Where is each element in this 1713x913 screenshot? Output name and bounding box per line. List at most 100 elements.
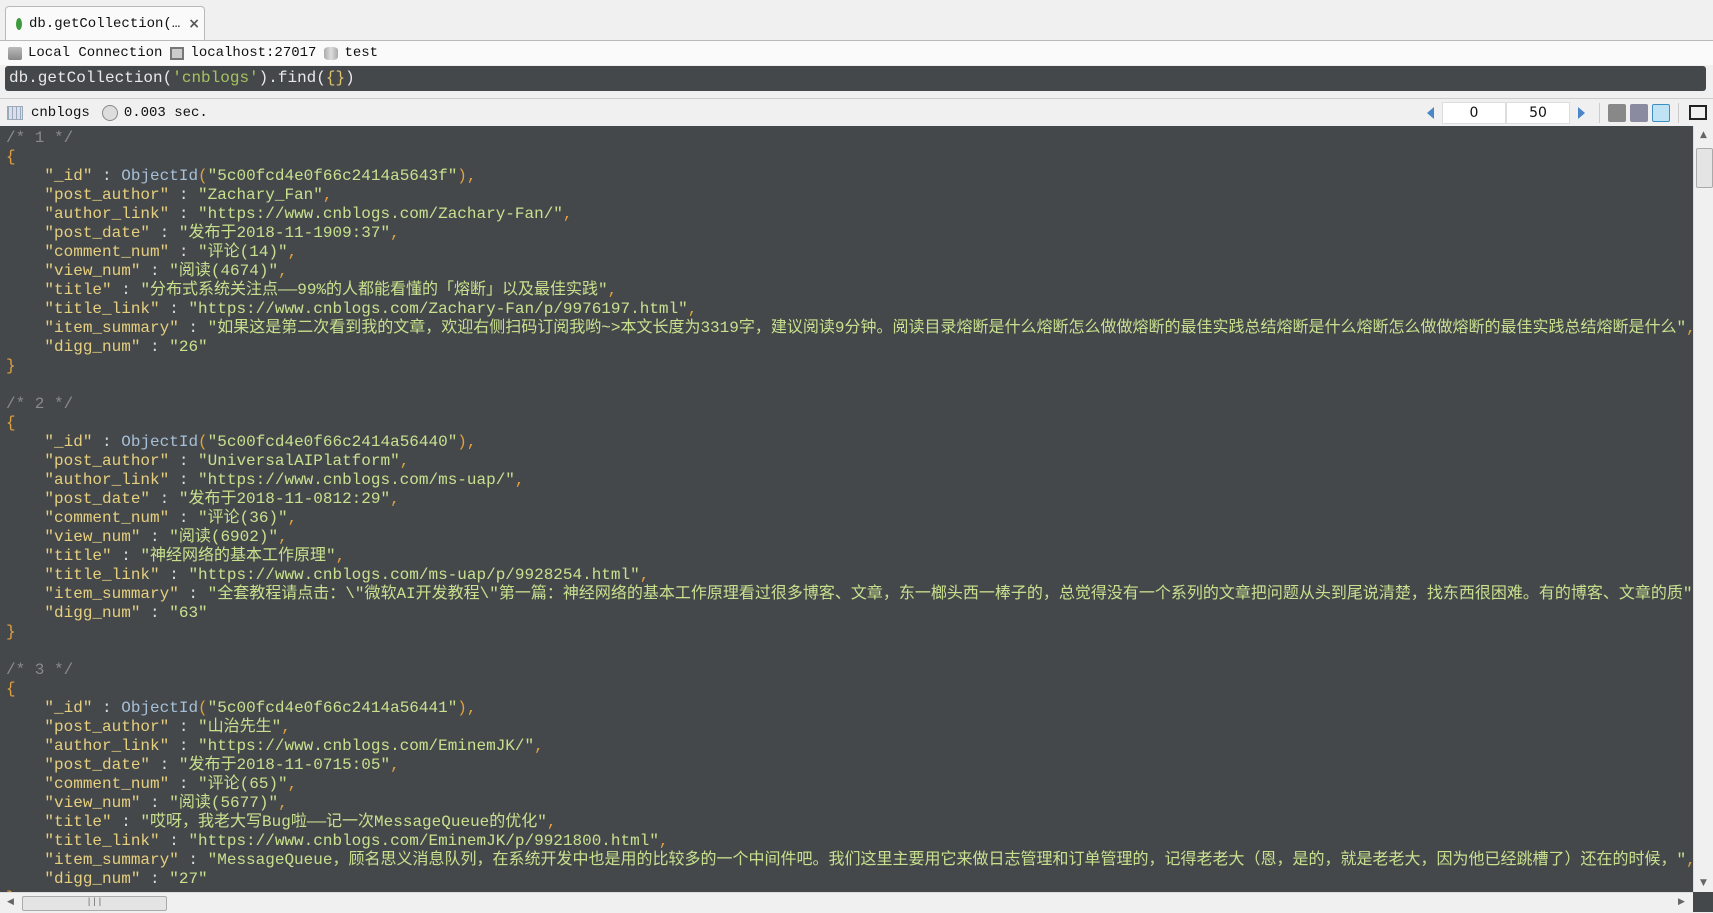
document-number-comment: /* 1 */ bbox=[6, 129, 74, 147]
field-row: "digg_num" : "63" bbox=[6, 604, 1693, 623]
field-value: "分布式系统关注点——99%的人都能看懂的「熔断」以及最佳实践" bbox=[140, 281, 608, 299]
comma: , bbox=[287, 509, 298, 527]
field-key: "item_summary" bbox=[44, 319, 179, 337]
paren: ) bbox=[457, 699, 467, 717]
comma: , bbox=[278, 528, 288, 546]
field-value: "https://www.cnblogs.com/EminemJK/p/9921… bbox=[188, 832, 659, 850]
field-value: "阅读(4674)" bbox=[169, 262, 279, 280]
field-key: "comment_num" bbox=[44, 509, 170, 527]
comma: , bbox=[1686, 851, 1693, 869]
clock-icon bbox=[101, 104, 118, 121]
horizontal-scrollbar[interactable]: ◀ ||| ▶ bbox=[0, 892, 1693, 913]
comma: , bbox=[687, 300, 698, 318]
field-key: "author_link" bbox=[44, 737, 170, 755]
database-icon bbox=[324, 46, 339, 60]
field-value: "山治先生" bbox=[198, 718, 282, 736]
scroll-left-icon[interactable]: ◀ bbox=[7, 897, 14, 907]
horizontal-scroll-thumb[interactable]: ||| bbox=[22, 896, 167, 911]
text-view-icon[interactable] bbox=[1652, 103, 1670, 122]
connection-host: localhost:27017 bbox=[190, 45, 317, 61]
documents-list: /* 1 */ { "_id" : ObjectId("5c00fcd4e0f66… bbox=[6, 129, 1693, 892]
table-view-icon[interactable] bbox=[1630, 103, 1648, 122]
maximize-icon[interactable] bbox=[1689, 105, 1707, 120]
separator: : bbox=[178, 851, 208, 869]
field-key: "_id" bbox=[44, 699, 93, 717]
paren: ( bbox=[198, 699, 208, 717]
document-number-comment: /* 3 */ bbox=[6, 661, 74, 679]
scroll-down-icon[interactable]: ▼ bbox=[1700, 878, 1707, 888]
field-key: "post_author" bbox=[44, 718, 170, 736]
tab-bar: db.getCollection(… × bbox=[0, 0, 1713, 41]
comma: , bbox=[390, 490, 400, 508]
limit-input[interactable]: 50 bbox=[1506, 101, 1570, 124]
separator: : bbox=[111, 281, 141, 299]
close-icon[interactable]: × bbox=[188, 16, 200, 32]
skip-input[interactable]: 0 bbox=[1442, 101, 1506, 124]
field-row: "title" : "哎呀，我老大写Bug啦——记一次MessageQueue的… bbox=[6, 813, 1693, 832]
separator: : bbox=[150, 224, 179, 242]
field-value: "63" bbox=[169, 604, 208, 622]
field-value: "https://www.cnblogs.com/ms-uap/" bbox=[198, 471, 515, 489]
scroll-right-icon[interactable]: ▶ bbox=[1678, 897, 1685, 907]
field-row: "comment_num" : "评论(36)", bbox=[6, 509, 1693, 528]
field-key: "digg_num" bbox=[44, 870, 141, 888]
field-row: "post_date" : "发布于2018-11-0715:05", bbox=[6, 756, 1693, 775]
separator: : bbox=[92, 167, 122, 185]
pager: 0 50 bbox=[1419, 99, 1713, 126]
document[interactable]: /* 1 */{ "_id" : ObjectId("5c00fcd4e0f66… bbox=[6, 129, 1693, 395]
close-brace: } bbox=[6, 623, 16, 641]
comma: , bbox=[287, 775, 298, 793]
field-key: "digg_num" bbox=[44, 338, 141, 356]
vertical-scroll-thumb[interactable] bbox=[1696, 148, 1713, 188]
next-page-icon[interactable] bbox=[1578, 106, 1585, 119]
result-collection: cnblogs bbox=[31, 104, 90, 121]
query-args: {} bbox=[325, 69, 346, 87]
document[interactable]: /* 3 */{ "_id" : ObjectId("5c00fcd4e0f66… bbox=[6, 661, 1693, 892]
comma: , bbox=[335, 547, 346, 565]
field-row: "item_summary" : "MessageQueue，顾名思义消息队列，… bbox=[6, 851, 1693, 870]
field-row: "item_summary" : "如果这是第二次看到我的文章，欢迎右侧扫码订阅… bbox=[6, 319, 1693, 338]
field-key: "title" bbox=[44, 813, 112, 831]
server-icon bbox=[170, 46, 185, 60]
query-suffix: ).find( bbox=[258, 69, 326, 87]
query-editor[interactable]: db.getCollection('cnblogs').find({}) bbox=[5, 66, 1706, 91]
separator: : bbox=[169, 452, 199, 470]
separator: : bbox=[169, 243, 199, 261]
open-brace: { bbox=[6, 680, 16, 698]
divider bbox=[1678, 102, 1679, 123]
comma: , bbox=[287, 243, 298, 261]
field-row: "_id" : ObjectId("5c00fcd4e0f66c2414a564… bbox=[6, 433, 1693, 452]
previous-page-icon[interactable] bbox=[1427, 106, 1434, 119]
field-value: "27" bbox=[169, 870, 208, 888]
query-time: 0.003 sec. bbox=[123, 104, 208, 121]
query-collection: 'cnblogs' bbox=[172, 69, 259, 87]
field-key: "post_author" bbox=[44, 452, 170, 470]
comma: , bbox=[466, 167, 477, 185]
field-value: "神经网络的基本工作原理" bbox=[140, 547, 336, 565]
separator: : bbox=[111, 813, 141, 831]
field-value: "https://www.cnblogs.com/EminemJK/" bbox=[198, 737, 535, 755]
tab-title: db.getCollection(… bbox=[29, 15, 181, 32]
field-row: "title_link" : "https://www.cnblogs.com/… bbox=[6, 832, 1693, 851]
results-text-view[interactable]: /* 1 */ { "_id" : ObjectId("5c00fcd4e0f66… bbox=[0, 126, 1693, 892]
open-brace: { bbox=[6, 414, 16, 432]
field-value: "评论(65)" bbox=[198, 775, 288, 793]
connection-database: test bbox=[344, 45, 379, 61]
scroll-up-icon[interactable]: ▲ bbox=[1700, 130, 1707, 140]
tree-view-icon[interactable] bbox=[1608, 103, 1626, 122]
document[interactable]: /* 2 */{ "_id" : ObjectId("5c00fcd4e0f66… bbox=[6, 395, 1693, 661]
objectid-function: ObjectId bbox=[121, 699, 199, 717]
tab-query[interactable]: db.getCollection(… × bbox=[5, 6, 205, 40]
field-key: "post_date" bbox=[44, 756, 151, 774]
vertical-scrollbar[interactable]: ▲ ▼ bbox=[1693, 126, 1713, 892]
